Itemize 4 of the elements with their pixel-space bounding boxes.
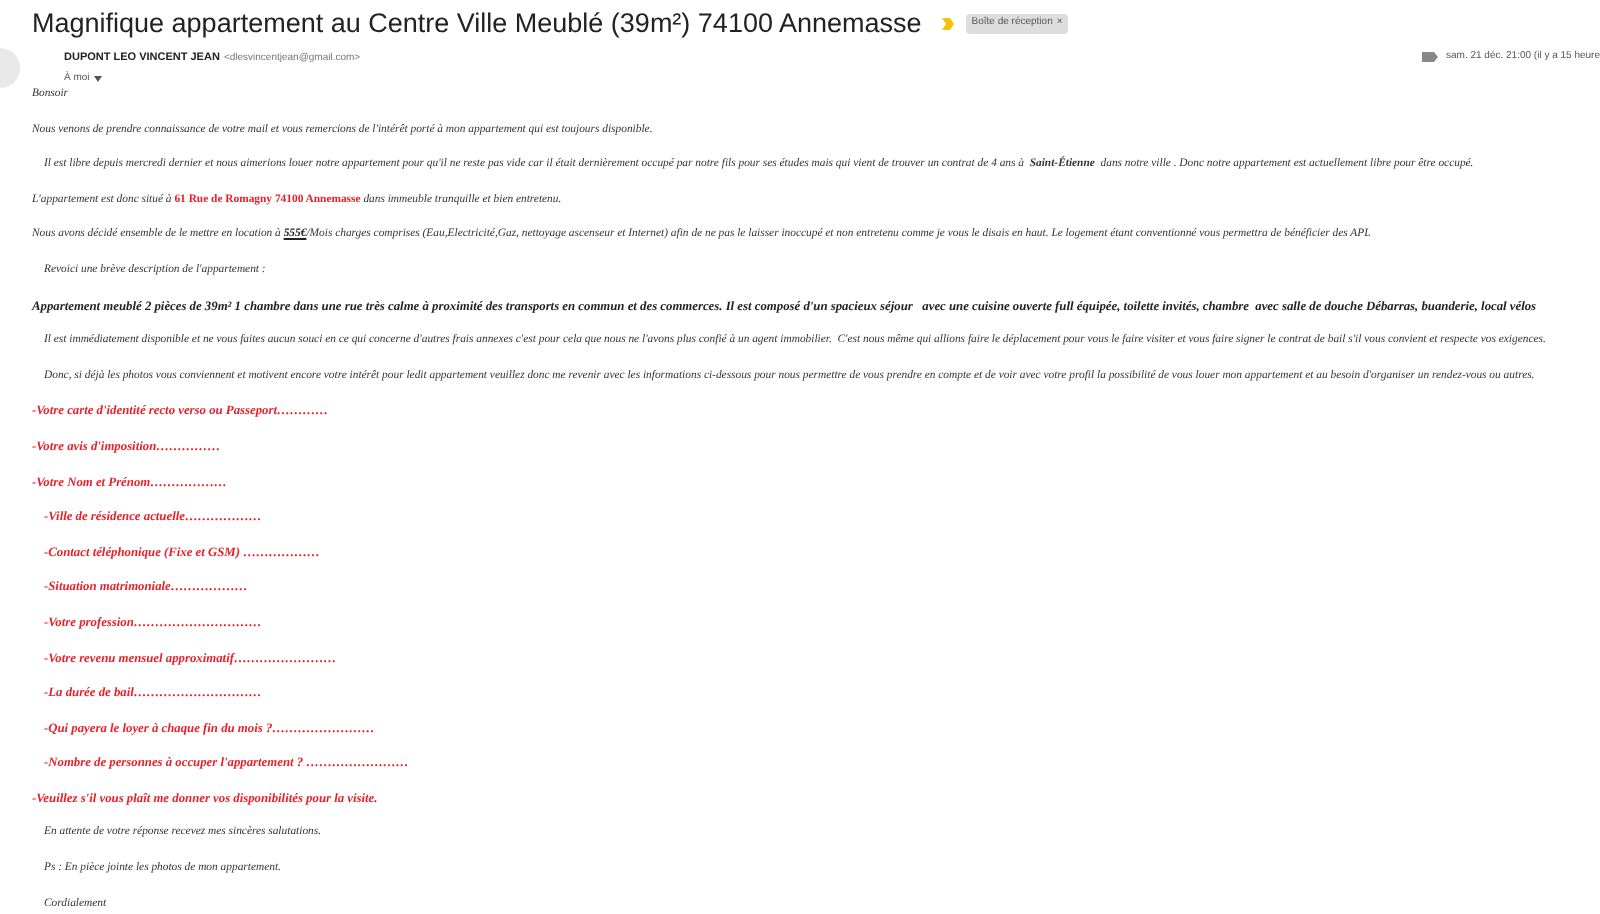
importance-icon[interactable]	[941, 18, 954, 30]
label-icon	[1422, 52, 1438, 62]
email-subject: Magnifique appartement au Centre Ville Meublé (39m²) 74100 Annemasse	[32, 5, 922, 42]
caret-icon	[93, 75, 102, 82]
